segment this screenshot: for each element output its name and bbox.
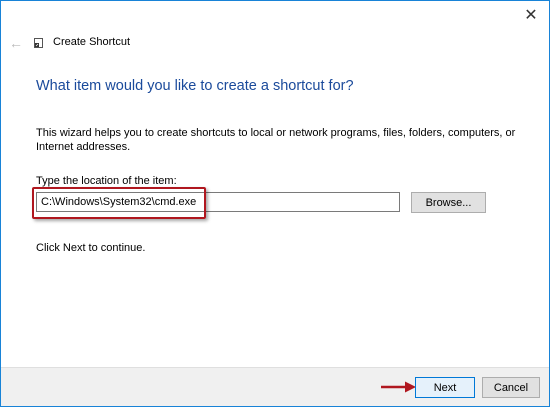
create-shortcut-window: ✕ ← Create Shortcut What item would you …: [0, 0, 550, 407]
wizard-heading: What item would you like to create a sho…: [36, 78, 354, 94]
red-pointer-arrow-icon: [381, 381, 416, 393]
close-icon[interactable]: ✕: [521, 7, 541, 25]
cancel-button[interactable]: Cancel: [482, 377, 540, 398]
back-arrow-icon[interactable]: ←: [9, 33, 23, 53]
shortcut-app-icon: [34, 38, 43, 48]
title-bar: ← Create Shortcut: [1, 29, 549, 57]
wizard-description: This wizard helps you to create shortcut…: [36, 127, 516, 153]
wizard-content: What item would you like to create a sho…: [1, 57, 549, 367]
continue-text: Click Next to continue.: [36, 242, 146, 254]
browse-button[interactable]: Browse...: [411, 192, 486, 213]
window-title: Create Shortcut: [53, 36, 131, 48]
wizard-footer: Next Cancel: [1, 367, 549, 406]
location-input[interactable]: [36, 192, 400, 212]
location-label: Type the location of the item:: [36, 175, 177, 187]
next-button[interactable]: Next: [415, 377, 475, 398]
